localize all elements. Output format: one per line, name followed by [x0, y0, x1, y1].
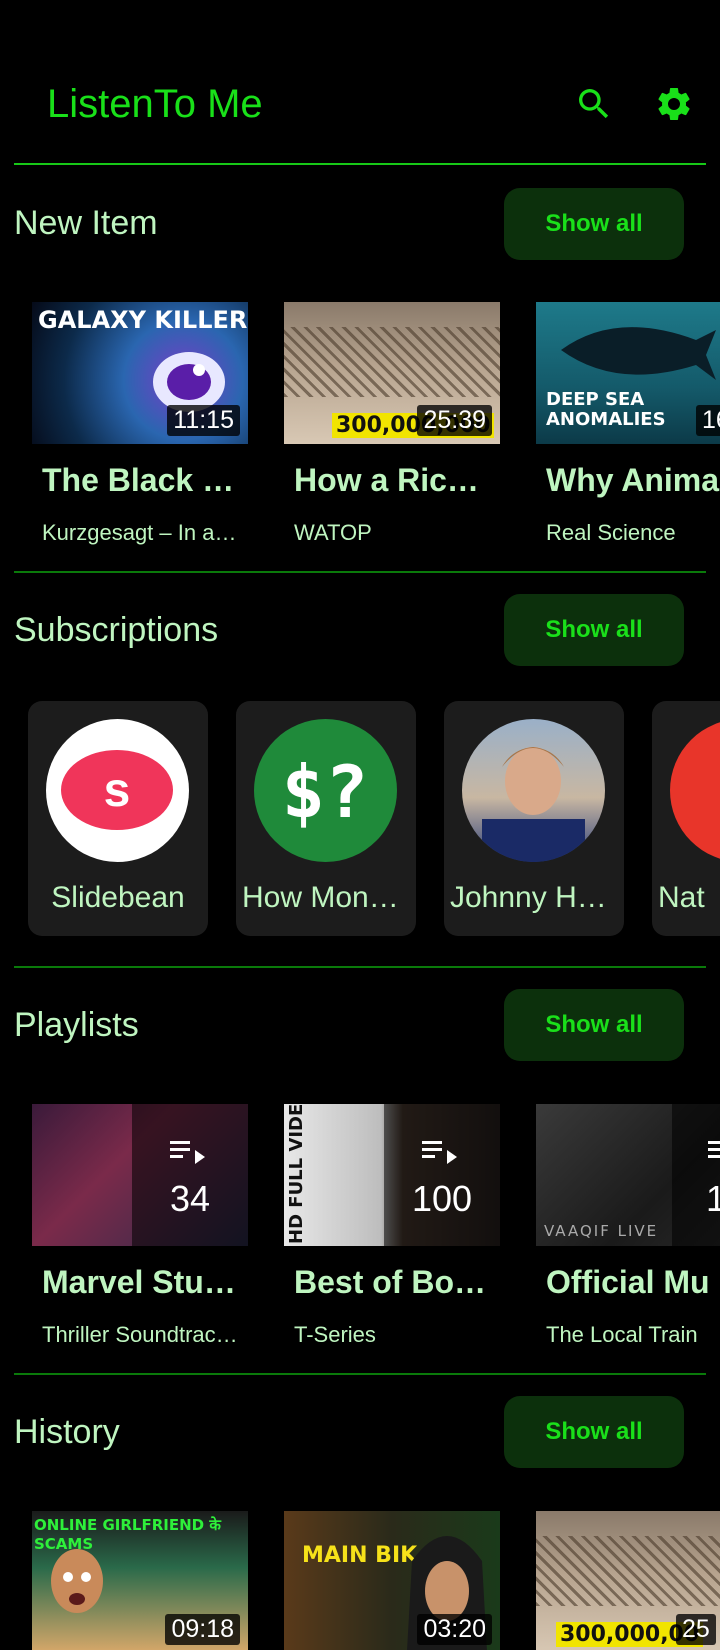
- video-thumbnail: MAIN BIK 03:20: [284, 1511, 500, 1650]
- new-items-row: GALAXY KILLER 11:15 The Black … Kurzgesa…: [0, 302, 720, 562]
- subscription-name: Nat: [658, 881, 705, 914]
- thumbnail-caption: GALAXY KILLER: [38, 306, 248, 334]
- section-divider: [14, 966, 706, 968]
- gear-icon[interactable]: [654, 84, 694, 124]
- app-title: ListenTo Me: [47, 82, 263, 126]
- section-title-playlists: Playlists: [14, 1006, 139, 1044]
- playlist-title: Best of Bol…: [294, 1264, 494, 1300]
- playlist-count: 100: [411, 1178, 473, 1219]
- avatar: [670, 719, 720, 862]
- svg-text:s: s: [104, 764, 131, 817]
- video-duration: 09:18: [165, 1614, 240, 1645]
- playlist-overlay: 12: [672, 1104, 720, 1246]
- playlist-count: 12: [706, 1178, 720, 1219]
- playlist-overlay: 100: [384, 1104, 500, 1246]
- subscription-card[interactable]: s Slidebean: [28, 701, 208, 936]
- thumbnail-caption: DEEP SEA ANOMALIES: [546, 389, 666, 430]
- history-card[interactable]: 300,000,00 25: [536, 1511, 720, 1650]
- avatar: s: [46, 719, 189, 862]
- video-duration: 11:15: [167, 405, 240, 436]
- avatar: [462, 719, 605, 862]
- video-title: How a Rich…: [294, 462, 494, 498]
- thumbnail-art: [561, 327, 716, 380]
- subscription-card[interactable]: Johnny Ha…: [444, 701, 624, 936]
- subscriptions-row: s Slidebean $? How Mone… Johnny Ha… Nat: [0, 701, 720, 941]
- video-thumbnail: DEEP SEA ANOMALIES 16: [536, 302, 720, 444]
- playlist-title: Marvel Stu…: [42, 1264, 236, 1300]
- subscription-card[interactable]: $? How Mone…: [236, 701, 416, 936]
- subscription-card[interactable]: Nat: [652, 701, 720, 936]
- show-all-subscriptions-button[interactable]: Show all: [504, 594, 684, 666]
- playlists-row: 34 Marvel Stu… Thriller Soundtrac… HD FU…: [0, 1104, 720, 1364]
- video-thumbnail: GALAXY KILLER 11:15: [32, 302, 248, 444]
- playlist-play-icon: [170, 1141, 205, 1164]
- section-divider: [14, 571, 706, 573]
- playlist-thumbnail: HD FULL VIDEO 100: [284, 1104, 500, 1246]
- avatar: $?: [254, 719, 397, 862]
- thumbnail-art: [51, 1549, 103, 1613]
- video-channel: Kurzgesagt – In a…: [42, 520, 237, 545]
- section-title-new-item: New Item: [14, 204, 158, 242]
- thumbnail-caption: HD FULL VIDEO: [286, 1104, 307, 1244]
- video-title: Why Anima: [546, 462, 720, 498]
- video-channel: Real Science: [546, 520, 676, 545]
- app-bar: ListenTo Me: [0, 0, 720, 165]
- playlist-play-icon: [708, 1141, 720, 1158]
- playlist-overlay: 34: [132, 1104, 248, 1246]
- video-duration: 16: [696, 405, 720, 436]
- svg-text:$?: $?: [282, 750, 369, 834]
- subscription-name: Johnny Ha…: [450, 881, 618, 914]
- playlist-channel: The Local Train: [546, 1322, 698, 1347]
- video-duration: 25: [676, 1614, 716, 1645]
- section-title-subscriptions: Subscriptions: [14, 611, 219, 649]
- video-channel: WATOP: [294, 520, 372, 545]
- video-duration: 03:20: [417, 1614, 492, 1645]
- video-thumbnail: 300,000,000 25:39: [284, 302, 500, 444]
- thumbnail-caption: VAAQIF LIVE: [544, 1222, 659, 1240]
- header-divider: [14, 163, 706, 165]
- playlist-channel: Thriller Soundtrac…: [42, 1322, 238, 1347]
- history-card[interactable]: ONLINE GIRLFRIEND के SCAMS 09:18: [32, 1511, 248, 1650]
- search-icon[interactable]: [574, 84, 614, 124]
- show-all-new-item-button[interactable]: Show all: [504, 188, 684, 260]
- playlist-thumbnail: VAAQIF LIVE 12: [536, 1104, 720, 1246]
- thumbnail-caption: MAIN BIK: [302, 1543, 418, 1568]
- playlist-title: Official Mu: [546, 1264, 710, 1300]
- show-all-playlists-button[interactable]: Show all: [504, 989, 684, 1061]
- section-title-history: History: [14, 1413, 120, 1451]
- history-card[interactable]: MAIN BIK 03:20: [284, 1511, 500, 1650]
- subscription-name: How Mone…: [242, 881, 410, 914]
- playlist-play-icon: [422, 1141, 457, 1164]
- video-thumbnail: 300,000,00 25: [536, 1511, 720, 1650]
- history-row: ONLINE GIRLFRIEND के SCAMS 09:18 MAIN BI…: [0, 1511, 720, 1650]
- playlist-channel: T-Series: [294, 1322, 376, 1347]
- video-duration: 25:39: [417, 405, 492, 436]
- playlist-thumbnail: 34: [32, 1104, 248, 1246]
- video-thumbnail: ONLINE GIRLFRIEND के SCAMS 09:18: [32, 1511, 248, 1650]
- section-divider: [14, 1373, 706, 1375]
- video-title: The Black …: [42, 462, 235, 498]
- subscription-name: Slidebean: [51, 881, 185, 914]
- playlist-count: 34: [169, 1178, 211, 1219]
- show-all-history-button[interactable]: Show all: [504, 1396, 684, 1468]
